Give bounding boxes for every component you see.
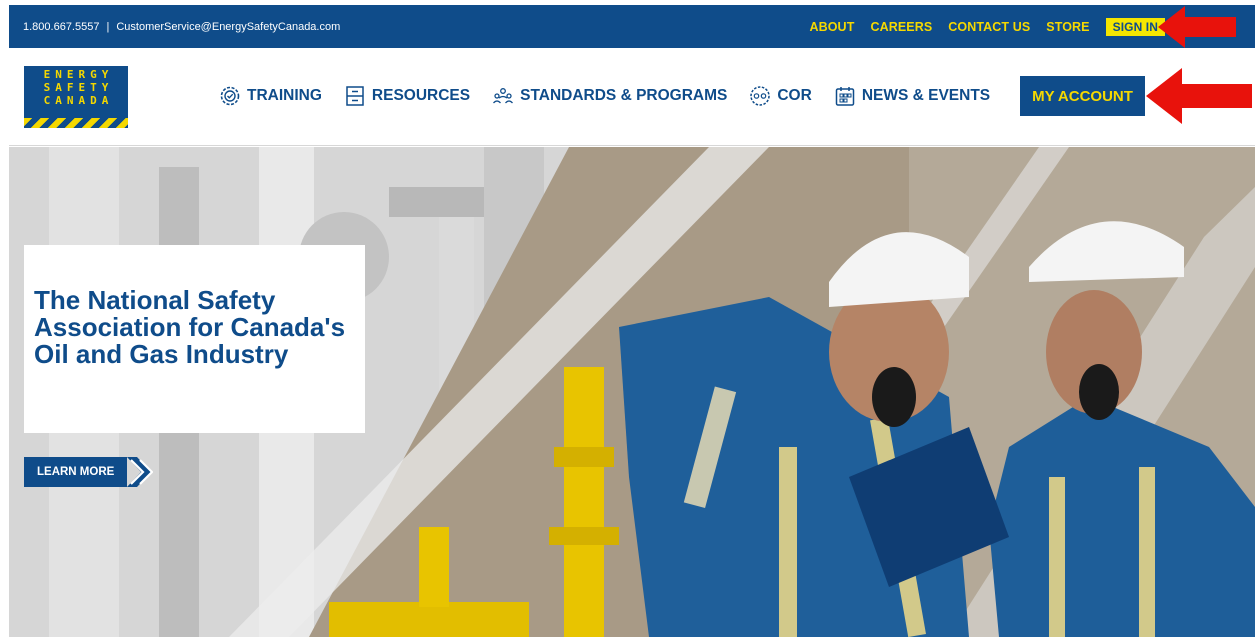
- careers-link[interactable]: CAREERS: [870, 20, 932, 34]
- filing-cabinet-icon: [344, 85, 366, 107]
- contact-separator: |: [106, 20, 110, 33]
- logo-line-2: SAFETY: [43, 81, 114, 94]
- learn-more-button[interactable]: LEARN MORE: [24, 457, 154, 487]
- nav-label-cor: COR: [777, 87, 812, 104]
- people-group-icon: [492, 85, 514, 107]
- email-link[interactable]: CustomerService@EnergySafetyCanada.com: [116, 21, 340, 33]
- sign-in-button[interactable]: SIGN IN: [1105, 17, 1165, 36]
- site-header: ENERGY SAFETY CANADA TRAINING RESOURCES …: [9, 48, 1255, 146]
- double-chevron-right-icon: [127, 457, 154, 487]
- store-link[interactable]: STORE: [1046, 20, 1089, 34]
- phone-link[interactable]: 1.800.667.5557: [23, 21, 99, 33]
- logo-line-1: ENERGY: [43, 68, 114, 81]
- annotation-arrow-sign-in-icon: [1158, 6, 1236, 48]
- contact-us-link[interactable]: CONTACT US: [948, 20, 1030, 34]
- top-utility-bar: 1.800.667.5557 | CustomerService@EnergyS…: [9, 5, 1255, 48]
- nav-item-training[interactable]: TRAINING: [219, 85, 322, 107]
- calendar-icon: [834, 85, 856, 107]
- contact-info: 1.800.667.5557 | CustomerService@EnergyS…: [23, 21, 340, 33]
- hero-banner: The National Safety Association for Cana…: [9, 147, 1255, 637]
- nav-item-news-events[interactable]: NEWS & EVENTS: [834, 85, 990, 107]
- learn-more-label: LEARN MORE: [24, 457, 128, 487]
- logo-wordmark: ENERGY SAFETY CANADA: [24, 68, 128, 107]
- nav-item-cor[interactable]: COR: [749, 85, 812, 107]
- energy-safety-canada-logo[interactable]: ENERGY SAFETY CANADA: [24, 66, 128, 128]
- about-link[interactable]: ABOUT: [809, 20, 854, 34]
- nav-label-resources: RESOURCES: [371, 87, 471, 104]
- nav-item-resources[interactable]: RESOURCES: [344, 85, 470, 107]
- nav-label-standards-programs: STANDARDS & PROGRAMS: [520, 87, 728, 104]
- my-account-button[interactable]: MY ACCOUNT: [1020, 76, 1145, 116]
- annotation-arrow-my-account-icon: [1146, 68, 1252, 124]
- gear-check-icon: [219, 85, 241, 107]
- utility-nav: ABOUT CAREERS CONTACT US STORE SIGN IN: [809, 17, 1165, 36]
- hero-title: The National Safety Association for Cana…: [34, 285, 346, 369]
- nav-label-training: TRAINING: [247, 87, 322, 104]
- cor-badge-icon: [749, 85, 771, 107]
- nav-item-standards-programs[interactable]: STANDARDS & PROGRAMS: [492, 85, 727, 107]
- nav-label-news-events: NEWS & EVENTS: [861, 87, 991, 104]
- main-nav: TRAINING RESOURCES STANDARDS & PROGRAMS …: [219, 76, 1012, 116]
- logo-line-3: CANADA: [43, 94, 114, 107]
- logo-hazard-stripes: [24, 118, 128, 128]
- hero-card: The National Safety Association for Cana…: [24, 245, 365, 433]
